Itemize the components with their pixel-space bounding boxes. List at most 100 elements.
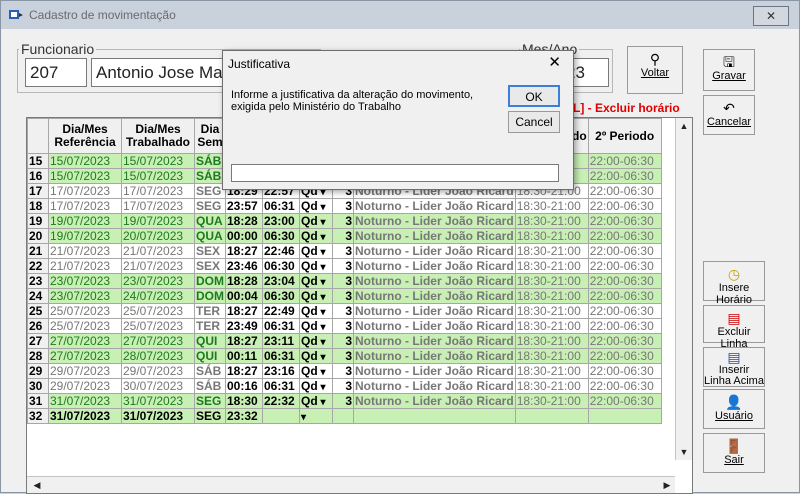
- cell-trab[interactable]: 21/07/2023: [121, 243, 195, 259]
- cell-ref[interactable]: 31/07/2023: [48, 393, 122, 409]
- cell-p1[interactable]: 18:30-21:00: [514, 258, 589, 274]
- dropdown-arrow-icon[interactable]: ▾: [301, 412, 306, 423]
- cell-trab[interactable]: 31/07/2023: [121, 408, 195, 424]
- cell-ent[interactable]: 00:16: [225, 378, 263, 394]
- cell-cod[interactable]: 3: [332, 378, 354, 394]
- inserir-linha-button[interactable]: ▤ Inserir Linha Acima: [703, 347, 765, 387]
- cell-ref[interactable]: 17/07/2023: [48, 183, 122, 199]
- cell-trab[interactable]: 27/07/2023: [121, 333, 195, 349]
- cell-tipo[interactable]: Qd ▾: [299, 243, 333, 259]
- cell-ent[interactable]: 18:28: [225, 213, 263, 229]
- cell-trab[interactable]: 31/07/2023: [121, 393, 195, 409]
- cell-tipo[interactable]: Qd ▾: [299, 213, 333, 229]
- scroll-left-icon[interactable]: ◀: [29, 477, 45, 493]
- cell-p2[interactable]: 22:00-06:30: [587, 303, 662, 319]
- cell-trab[interactable]: 19/07/2023: [121, 213, 195, 229]
- cell-ref[interactable]: 21/07/2023: [48, 258, 122, 274]
- table-row[interactable]: 28 27/07/2023 28/07/2023 QUI 00:11 06:31 Qd ▾ 3…: [27, 348, 662, 364]
- cell-sem[interactable]: QUI: [194, 333, 226, 349]
- cancel-button[interactable]: Cancel: [508, 111, 560, 133]
- dropdown-arrow-icon[interactable]: ▾: [318, 382, 325, 393]
- cell-ent[interactable]: 23:32: [225, 408, 263, 424]
- cell-desc[interactable]: Noturno - Lider João Ricard: [353, 363, 516, 379]
- table-row[interactable]: 20 19/07/2023 20/07/2023 QUA 00:00 06:30 Qd ▾ 3…: [27, 228, 662, 244]
- table-row[interactable]: 25 25/07/2023 25/07/2023 TER 18:27 22:49 Qd ▾ 3…: [27, 303, 662, 319]
- cell-desc[interactable]: Noturno - Lider João Ricard: [353, 213, 516, 229]
- cell-ent[interactable]: 00:04: [225, 288, 263, 304]
- cell-ref[interactable]: 27/07/2023: [48, 348, 122, 364]
- cell-p2[interactable]: 22:00-06:30: [587, 378, 662, 394]
- cell-trab[interactable]: 28/07/2023: [121, 348, 195, 364]
- cell-cod[interactable]: 3: [332, 288, 354, 304]
- cell-p1[interactable]: 18:30-21:00: [514, 318, 589, 334]
- cell-sem[interactable]: QUA: [194, 213, 226, 229]
- voltar-button[interactable]: ⚲ Voltar: [627, 46, 683, 94]
- cancelar-button[interactable]: ↶ Cancelar: [703, 95, 755, 135]
- cell-p1[interactable]: 18:30-21:00: [514, 228, 589, 244]
- cell-p2[interactable]: 22:00-06:30: [587, 318, 662, 334]
- cell-p2[interactable]: 22:00-06:30: [587, 228, 662, 244]
- cell-desc[interactable]: Noturno - Lider João Ricard: [353, 303, 516, 319]
- cell-ent[interactable]: 18:28: [225, 273, 263, 289]
- cell-p1[interactable]: 18:30-21:00: [514, 243, 589, 259]
- cell-sem[interactable]: DOM: [194, 273, 226, 289]
- cell-p2[interactable]: 22:00-06:30: [587, 273, 662, 289]
- table-row[interactable]: 21 21/07/2023 21/07/2023 SEX 18:27 22:46 Qd ▾ 3…: [27, 243, 662, 259]
- cell-sai[interactable]: 06:31: [262, 378, 300, 394]
- sair-button[interactable]: 🚪 Sair: [703, 433, 765, 473]
- cell-tipo[interactable]: Qd ▾: [299, 393, 333, 409]
- cell-cod[interactable]: 3: [332, 273, 354, 289]
- cell-sai[interactable]: 23:11: [262, 333, 300, 349]
- cell-sem[interactable]: SEX: [194, 243, 226, 259]
- ok-button[interactable]: OK: [508, 85, 560, 107]
- cell-cod[interactable]: 3: [332, 333, 354, 349]
- cell-sem[interactable]: SÁB: [194, 168, 226, 184]
- dropdown-arrow-icon[interactable]: ▾: [318, 202, 325, 213]
- cell-ent[interactable]: 18:30: [225, 393, 263, 409]
- cell-cod[interactable]: 3: [332, 198, 354, 214]
- cell-desc[interactable]: Noturno - Lider João Ricard: [353, 258, 516, 274]
- cell-tipo[interactable]: Qd ▾: [299, 258, 333, 274]
- cell-ent[interactable]: 18:27: [225, 363, 263, 379]
- cell-desc[interactable]: Noturno - Lider João Ricard: [353, 273, 516, 289]
- cell-tipo[interactable]: Qd ▾: [299, 363, 333, 379]
- insere-horario-button[interactable]: ◷ Insere Horário: [703, 261, 765, 306]
- cell-trab[interactable]: 25/07/2023: [121, 303, 195, 319]
- cell-tipo[interactable]: Qd ▾: [299, 378, 333, 394]
- cell-p2[interactable]: 22:00-06:30: [587, 198, 662, 214]
- cell-p2[interactable]: 22:00-06:30: [587, 333, 662, 349]
- cell-sai[interactable]: 06:30: [262, 288, 300, 304]
- table-row[interactable]: 30 29/07/2023 30/07/2023 SÁB 00:16 06:31 Qd ▾ 3…: [27, 378, 662, 394]
- cell-ref[interactable]: 31/07/2023: [48, 408, 122, 424]
- cell-tipo[interactable]: Qd ▾: [299, 198, 333, 214]
- cell-trab[interactable]: 25/07/2023: [121, 318, 195, 334]
- cell-cod[interactable]: 3: [332, 363, 354, 379]
- cell-ref[interactable]: 23/07/2023: [48, 273, 122, 289]
- cell-p2[interactable]: 22:00-06:30: [587, 183, 662, 199]
- cell-sem[interactable]: SÁB: [194, 153, 226, 169]
- cell-cod[interactable]: 3: [332, 303, 354, 319]
- cell-p2[interactable]: 22:00-06:30: [587, 243, 662, 259]
- table-row[interactable]: 32 31/07/2023 31/07/2023 SEG 23:32 ▾: [27, 408, 662, 424]
- cell-cod[interactable]: [332, 408, 354, 424]
- cell-p1[interactable]: 18:30-21:00: [514, 348, 589, 364]
- cell-trab[interactable]: 24/07/2023: [121, 288, 195, 304]
- cell-sai[interactable]: 22:46: [262, 243, 300, 259]
- table-row[interactable]: 22 21/07/2023 21/07/2023 SEX 23:46 06:30 Qd ▾ 3…: [27, 258, 662, 274]
- cell-ref[interactable]: 25/07/2023: [48, 303, 122, 319]
- cell-desc[interactable]: Noturno - Lider João Ricard: [353, 333, 516, 349]
- cell-ref[interactable]: 29/07/2023: [48, 378, 122, 394]
- cell-ref[interactable]: 17/07/2023: [48, 198, 122, 214]
- cell-p1[interactable]: 18:30-21:00: [514, 363, 589, 379]
- dropdown-arrow-icon[interactable]: ▾: [318, 247, 325, 258]
- cell-trab[interactable]: 15/07/2023: [121, 168, 195, 184]
- cell-desc[interactable]: Noturno - Lider João Ricard: [353, 288, 516, 304]
- scroll-right-icon[interactable]: ▶: [659, 477, 675, 493]
- cell-sai[interactable]: 23:16: [262, 363, 300, 379]
- cell-tipo[interactable]: Qd ▾: [299, 273, 333, 289]
- cell-cod[interactable]: 3: [332, 318, 354, 334]
- cell-p2[interactable]: 22:00-06:30: [587, 288, 662, 304]
- cell-cod[interactable]: 3: [332, 393, 354, 409]
- cell-ref[interactable]: 15/07/2023: [48, 168, 122, 184]
- cell-sai[interactable]: 22:32: [262, 393, 300, 409]
